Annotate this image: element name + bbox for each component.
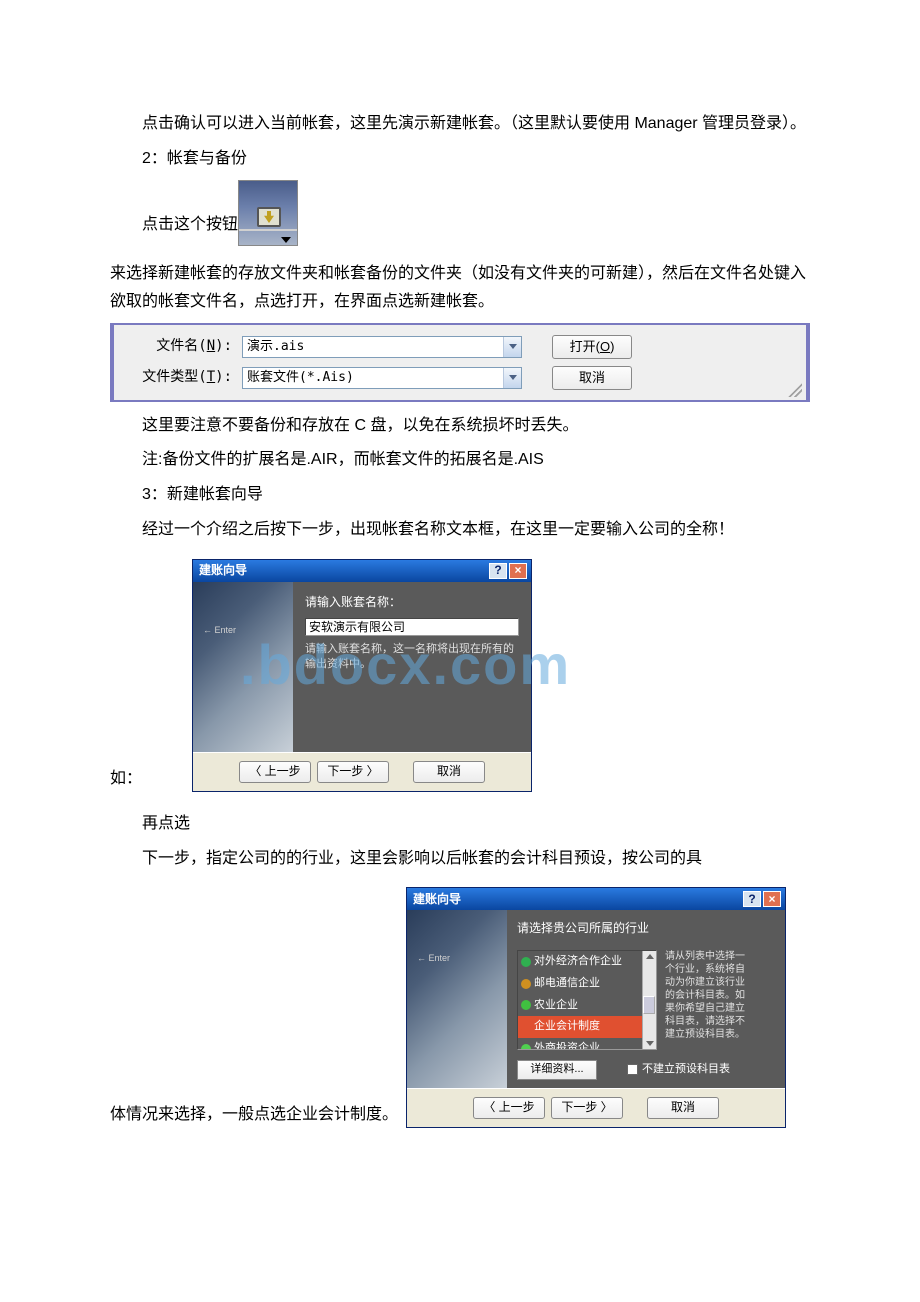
cancel-button[interactable]: 取消	[647, 1097, 719, 1119]
paragraph-2: 2：帐套与备份	[110, 145, 810, 174]
list-item[interactable]: 农业企业	[518, 995, 656, 1017]
filetype-value: 账套文件(*.Ais)	[243, 366, 503, 389]
bullet-icon	[521, 1044, 531, 1050]
filename-value: 演示.ais	[243, 335, 503, 358]
paragraph-9: 如：	[110, 765, 142, 794]
list-item-label: 外商投资企业	[534, 1039, 600, 1050]
detail-button[interactable]: 详细资料...	[517, 1060, 597, 1080]
file-dialog-bar: 文件名(N): 演示.ais 打开(O) 文件类型(T): 账套文件(*.Ais…	[110, 323, 810, 401]
toolbar-button-image	[238, 180, 298, 246]
checkbox-icon	[627, 1064, 638, 1075]
wizard-titlebar: 建账向导 ? ×	[407, 888, 785, 910]
next-button[interactable]: 下一步 〉	[317, 761, 389, 783]
help-icon[interactable]: ?	[743, 891, 761, 907]
help-icon[interactable]: ?	[489, 563, 507, 579]
cancel-button[interactable]: 取消	[552, 366, 632, 390]
paragraph-8: 经过一个介绍之后按下一步，出现帐套名称文本框，在这里一定要输入公司的全称！	[110, 516, 810, 545]
close-icon[interactable]: ×	[763, 891, 781, 907]
input-label: 请输入账套名称：	[305, 592, 519, 614]
wizard-titlebar: 建账向导 ? ×	[193, 560, 531, 582]
filetype-label: 文件类型(T):	[132, 365, 242, 390]
bullet-icon	[521, 1000, 531, 1010]
list-item[interactable]: 外商投资企业	[518, 1038, 656, 1050]
no-preset-checkbox[interactable]: 不建立预设科目表	[627, 1060, 730, 1080]
list-item-label: 邮电通信企业	[534, 974, 600, 994]
filename-label: 文件名(N):	[132, 334, 242, 359]
bullet-icon	[521, 1022, 531, 1032]
account-name-input[interactable]	[305, 618, 519, 636]
filetype-combo[interactable]: 账套文件(*.Ais)	[242, 367, 522, 389]
close-icon[interactable]: ×	[509, 563, 527, 579]
wizard-dialog-2: 建账向导 ? × 请选择贵公司所属的行业 对外经济合作企业邮电通信企业农业企业企…	[406, 887, 786, 1128]
list-item-label: 企业会计制度	[534, 1017, 600, 1037]
paragraph-5: 这里要注意不要备份和存放在 C 盘，以免在系统损坏时丢失。	[110, 412, 810, 441]
next-button[interactable]: 下一步 〉	[551, 1097, 623, 1119]
dropdown-arrow-icon	[281, 237, 291, 243]
filename-combo[interactable]: 演示.ais	[242, 336, 522, 358]
paragraph-12: 体情况来选择，一般点选企业会计制度。	[110, 1101, 398, 1130]
wizard-title-text: 建账向导	[199, 560, 247, 582]
wizard-hint: 请输入账套名称，这一名称将出现在所有的输出资料中。	[305, 642, 519, 673]
wizard-title-text: 建账向导	[413, 889, 461, 911]
wizard-side-image	[407, 910, 507, 1088]
wizard-side-image	[193, 582, 293, 752]
open-button[interactable]: 打开(O)	[552, 335, 632, 359]
industry-listbox[interactable]: 对外经济合作企业邮电通信企业农业企业企业会计制度外商投资企业小企业会计制度新会计…	[517, 950, 657, 1050]
list-item[interactable]: 邮电通信企业	[518, 973, 656, 995]
list-item[interactable]: 企业会计制度	[518, 1016, 656, 1038]
prev-button[interactable]: 〈 上一步	[473, 1097, 545, 1119]
prev-button[interactable]: 〈 上一步	[239, 761, 311, 783]
chevron-down-icon[interactable]	[503, 368, 521, 388]
industry-prompt: 请选择贵公司所属的行业	[517, 918, 775, 940]
bullet-icon	[521, 979, 531, 989]
scroll-thumb[interactable]	[643, 996, 655, 1014]
paragraph-4: 来选择新建帐套的存放文件夹和帐套备份的文件夹（如没有文件夹的可新建），然后在文件…	[110, 260, 810, 318]
paragraph-7: 3：新建帐套向导	[110, 481, 810, 510]
list-item[interactable]: 对外经济合作企业	[518, 951, 656, 973]
industry-hint: 请从列表中选择一个行业，系统将自动为你建立该行业的会计科目表。如果你希望自己建立…	[665, 950, 745, 1050]
list-item-label: 农业企业	[534, 996, 578, 1016]
wizard-dialog-1: 建账向导 ? × 请输入账套名称： 请输入账套名称，这一名称将出现在所有的输出资…	[192, 559, 532, 792]
paragraph-3: 点击这个按钮	[110, 211, 238, 240]
paragraph-10: 再点选	[110, 810, 810, 839]
checkbox-label: 不建立预设科目表	[642, 1060, 730, 1080]
paragraph-6: 注:备份文件的扩展名是.AIR，而帐套文件的拓展名是.AIS	[110, 446, 810, 475]
list-item-label: 对外经济合作企业	[534, 952, 622, 972]
chevron-down-icon[interactable]	[503, 337, 521, 357]
scrollbar[interactable]	[642, 951, 656, 1049]
cancel-button[interactable]: 取消	[413, 761, 485, 783]
paragraph-1: 点击确认可以进入当前帐套，这里先演示新建帐套。（这里默认要使用 Manager …	[110, 110, 810, 139]
open-folder-icon	[257, 207, 281, 227]
paragraph-11: 下一步，指定公司的的行业，这里会影响以后帐套的会计科目预设，按公司的具	[110, 845, 810, 874]
bullet-icon	[521, 957, 531, 967]
